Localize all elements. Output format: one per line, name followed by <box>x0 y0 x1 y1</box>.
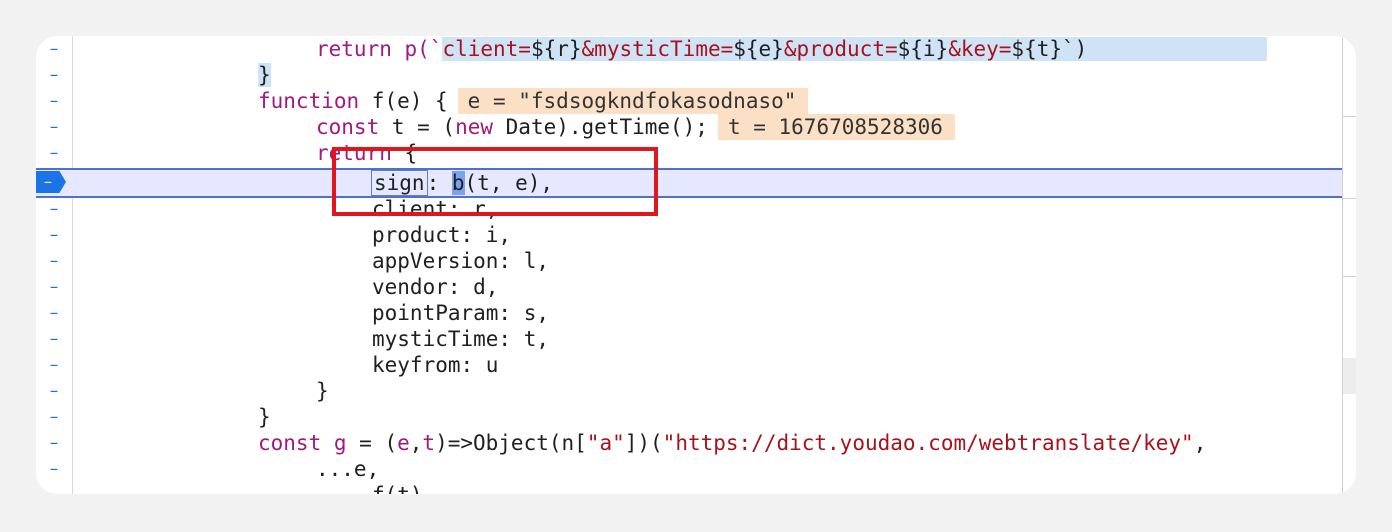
line-marker[interactable]: – <box>48 456 60 482</box>
template-highlight: client=${r}&mysticTime=${e}&product=${i}… <box>442 37 1268 61</box>
line-marker[interactable]: – <box>48 36 60 62</box>
code-line: – } <box>36 378 1342 404</box>
line-marker[interactable]: – <box>48 222 60 248</box>
code-text: const g = (e,t)=>Object(n["a"])("https:/… <box>258 431 1207 455</box>
code-text: return p(`client=${r}&mysticTime=${e}&pr… <box>76 36 1268 62</box>
code-text: f(t), <box>76 482 435 494</box>
code-line: – const g = (e,t)=>Object(n["a"])("https… <box>36 430 1342 456</box>
line-marker[interactable]: – <box>48 326 60 352</box>
code-line: – function f(e) {e = "fsdsogkndfokasodna… <box>36 88 1342 114</box>
line-marker[interactable]: – <box>48 62 60 88</box>
code-text: appVersion: l, <box>372 249 550 273</box>
code-text: vendor: d, <box>372 275 499 299</box>
line-marker[interactable]: – <box>48 404 60 430</box>
line-marker[interactable]: – <box>48 140 60 166</box>
code-text: const t = (new Date).getTime(); t = 16767… <box>76 114 955 140</box>
annotation-red-box <box>332 147 658 216</box>
code-line: – return { <box>36 140 1342 166</box>
code-line: – client: r, <box>36 196 1342 222</box>
panel-divider <box>1343 116 1356 117</box>
code-line: – appVersion: l, <box>36 248 1342 274</box>
code-text: } <box>258 405 271 429</box>
code-text: } <box>258 63 271 87</box>
inline-value: e = "fsdsogkndfokasodnaso" <box>457 88 809 114</box>
line-marker[interactable]: – <box>48 88 60 114</box>
code-line: – vendor: d, <box>36 274 1342 300</box>
line-marker[interactable]: – <box>48 114 60 140</box>
line-marker[interactable]: – <box>48 248 60 274</box>
code-line: – } <box>36 62 1342 88</box>
line-marker[interactable]: – <box>48 482 60 494</box>
code-line: – keyfrom: u <box>36 352 1342 378</box>
line-marker[interactable]: – <box>48 196 60 222</box>
code-text: pointParam: s, <box>372 301 550 325</box>
line-marker[interactable]: – <box>48 274 60 300</box>
code-line: – ...e, <box>36 456 1342 482</box>
code-line: – mysticTime: t, <box>36 326 1342 352</box>
code-text: } <box>316 379 329 403</box>
panel-gray-section <box>1343 358 1356 394</box>
code-line: – return p(`client=${r}&mysticTime=${e}&… <box>36 36 1342 62</box>
code-line: – const t = (new Date).getTime(); t = 167… <box>36 114 1342 140</box>
code-text: keyfrom: u <box>372 353 499 377</box>
inline-value: t = 1676708528306 <box>717 114 955 140</box>
line-marker[interactable]: – <box>48 352 60 378</box>
panel-divider <box>1343 276 1356 277</box>
line-marker[interactable]: – <box>48 430 60 456</box>
code-text: ...e, <box>316 457 380 481</box>
code-line: – product: i, <box>36 222 1342 248</box>
code-text: function f(e) {e = "fsdsogkndfokasodnaso… <box>76 88 809 114</box>
panel-divider <box>1343 198 1356 199</box>
line-marker[interactable]: – <box>48 300 60 326</box>
code-line: – } <box>36 404 1342 430</box>
line-marker[interactable]: – <box>48 378 60 404</box>
code-text: mysticTime: t, <box>372 327 550 351</box>
breakpoint-marker[interactable]: – <box>36 171 66 193</box>
right-side-panel[interactable] <box>1342 36 1356 494</box>
source-viewer: – return p(`client=${r}&mysticTime=${e}&… <box>36 36 1356 494</box>
code-line: – pointParam: s, <box>36 300 1342 326</box>
current-execution-line: – sign: b(t, e), <box>36 168 1342 198</box>
code-area: – return p(`client=${r}&mysticTime=${e}&… <box>36 36 1342 494</box>
code-text: product: i, <box>372 223 512 247</box>
code-line: – f(t), <box>36 482 1342 494</box>
